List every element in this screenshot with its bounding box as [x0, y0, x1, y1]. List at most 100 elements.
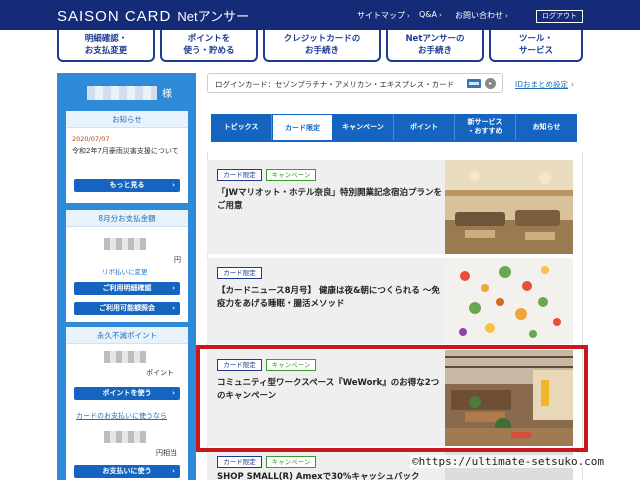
payment-amount-blurred: [104, 238, 146, 250]
notice-card: お知らせ 2020/07/07 令和2年7月豪雨災害支援について もっと見る ›: [66, 111, 188, 203]
statement-button[interactable]: ご利用明細確認 ›: [74, 282, 180, 295]
points-card: 永久不滅ポイント ポイント ポイントを使う › カードのお支払いに使うなら 円相当…: [66, 327, 188, 480]
menu-card-procedures[interactable]: クレジットカードの お手続き: [263, 30, 381, 62]
chevron-right-icon: ›: [407, 12, 410, 20]
menu-label-line1: ツール・: [518, 34, 553, 44]
card-switch-icon[interactable]: ▸: [485, 78, 496, 89]
logo[interactable]: SAISON CARD Netアンサー: [57, 6, 249, 25]
main-menu: 明細確認・ お支払変更 ポイントを 使う・貯める クレジットカードの お手続き …: [57, 30, 583, 62]
chevron-right-icon: ›: [172, 389, 175, 397]
badge-campaign: キャンペーン: [266, 169, 316, 181]
tab-label: ポイント: [410, 123, 438, 131]
article-card[interactable]: カード限定 キャンペーン 「JWマリオット・ホテル奈良」特別開業記念宿泊プランを…: [207, 160, 573, 254]
contact-link-label: お問い合わせ: [455, 11, 503, 20]
chevron-right-icon: ›: [505, 12, 508, 20]
sitemap-link-label: サイトマップ: [357, 11, 405, 20]
tab-label: トピックス: [223, 123, 259, 131]
logo-sub: Netアンサー: [177, 9, 250, 24]
menu-label-line2: お手続き: [417, 46, 452, 56]
pay-with-points-button[interactable]: お支払いに使う ›: [74, 465, 180, 478]
payment-unit: 円: [174, 256, 181, 264]
tab-campaign[interactable]: キャンペーン: [333, 114, 394, 141]
card-payment-link[interactable]: カードのお支払いに使うなら: [76, 411, 167, 421]
healthy-food-image: [445, 258, 573, 344]
sidebar: 様 お知らせ 2020/07/07 令和2年7月豪雨災害支援について もっと見る…: [57, 73, 196, 480]
chevron-right-icon: ›: [172, 284, 175, 292]
chevron-right-icon: ›: [571, 80, 574, 89]
payment-title: 8月分お支払金額: [66, 210, 188, 227]
use-points-label: ポイントを使う: [102, 389, 152, 397]
chevron-right-icon: ›: [172, 467, 175, 475]
tab-label-line2: ・おすすめ: [467, 127, 503, 135]
logo-text: SAISON CARD: [57, 8, 172, 25]
contact-link[interactable]: お問い合わせ ›: [455, 10, 508, 21]
menu-netanswer-procedures[interactable]: Netアンサーの お手続き: [386, 30, 484, 62]
site-header: SAISON CARD Netアンサー サイトマップ › Q&A › お問い合わせ › …: [0, 0, 640, 30]
user-honorific: 様: [162, 89, 172, 100]
chevron-right-icon: ›: [172, 304, 175, 312]
chevron-right-icon: ›: [172, 181, 175, 189]
menu-label-line2: お支払変更: [84, 46, 128, 56]
highlight-frame: [196, 345, 588, 452]
menu-label-line1: Netアンサーの: [405, 34, 465, 44]
logout-button[interactable]: ログアウト: [536, 10, 583, 23]
badge-card-limited: カード限定: [217, 267, 262, 279]
article-title: 「JWマリオット・ホテル奈良」特別開業記念宿泊プランをご用意: [217, 188, 443, 211]
qa-link-label: Q&A: [419, 10, 438, 19]
notice-date: 2020/07/07: [72, 135, 110, 143]
points-amount-blurred: [104, 351, 146, 363]
tab-new-services[interactable]: 新サービス ・おすすめ: [455, 114, 516, 141]
payment-card: 8月分お支払金額 円 リボ払いに変更 ご利用明細確認 › ご利用可能額照会 ›: [66, 210, 188, 322]
chevron-right-icon: ›: [439, 11, 442, 19]
tab-label: お知らせ: [532, 123, 561, 131]
content-tabs: トピックス カード限定 キャンペーン ポイント 新サービス ・おすすめ お知らせ: [211, 114, 577, 141]
article-title: SHOP SMALL(R) Amexで30%キャッシュバック: [217, 472, 420, 480]
tab-card-limited[interactable]: カード限定: [272, 114, 333, 141]
menu-label-line2: 使う・貯める: [183, 46, 235, 56]
amex-card-icon: [467, 79, 481, 88]
watermark: ©https://ultimate-setsuko.com: [410, 455, 607, 468]
qa-link[interactable]: Q&A ›: [419, 10, 442, 19]
tab-points[interactable]: ポイント: [394, 114, 455, 141]
menu-label-line2: サービス: [518, 46, 553, 56]
article-title: 【カードニュース8月号】 健康は夜&朝につくられる ～免疫力をあげる睡眠・腸活メ…: [217, 286, 440, 309]
login-card-label: ログインカード：セゾンプラチナ・アメリカン・エキスプレス・カード: [215, 80, 455, 89]
id-merge-settings-link[interactable]: IDおまとめ設定 ›: [515, 79, 574, 90]
notice-title: お知らせ: [66, 111, 188, 128]
login-card-bar: ログインカード：セゾンプラチナ・アメリカン・エキスプレス・カード ▸: [207, 73, 503, 93]
tab-topics[interactable]: トピックス: [211, 114, 272, 141]
tab-news[interactable]: お知らせ: [516, 114, 577, 141]
more-button[interactable]: もっと見る ›: [74, 179, 180, 192]
use-points-button[interactable]: ポイントを使う ›: [74, 387, 180, 400]
article-card[interactable]: カード限定 【カードニュース8月号】 健康は夜&朝につくられる ～免疫力をあげる…: [207, 258, 573, 344]
menu-label-line1: クレジットカードの: [283, 34, 361, 44]
menu-statement-payment[interactable]: 明細確認・ お支払変更: [57, 30, 155, 62]
yen-amount-blurred: [104, 431, 146, 443]
menu-points[interactable]: ポイントを 使う・貯める: [160, 30, 258, 62]
menu-label-line1: ポイントを: [187, 34, 231, 44]
menu-label-line2: お手続き: [304, 46, 339, 56]
sitemap-link[interactable]: サイトマップ ›: [357, 10, 410, 21]
points-title: 永久不滅ポイント: [66, 327, 188, 344]
notice-link[interactable]: 令和2年7月豪雨災害支援について: [72, 146, 184, 157]
revo-link[interactable]: リボ払いに変更: [102, 266, 148, 276]
badge-card-limited: カード限定: [217, 169, 262, 181]
badge-campaign: キャンペーン: [266, 456, 316, 468]
hotel-lobby-image: [445, 160, 573, 254]
pay-with-points-label: お支払いに使う: [102, 467, 152, 475]
statement-button-label: ご利用明細確認: [102, 284, 152, 292]
tab-label-line1: 新サービス: [467, 118, 503, 126]
badge-card-limited: カード限定: [217, 456, 262, 468]
points-unit: ポイント: [146, 369, 174, 377]
id-link-label: IDおまとめ設定: [515, 80, 568, 89]
available-button-label: ご利用可能額照会: [99, 304, 155, 312]
tabs-underline: [211, 140, 577, 142]
tab-label: キャンペーン: [342, 123, 384, 131]
user-name-blurred: [87, 86, 157, 100]
menu-label-line1: 明細確認・: [84, 34, 128, 44]
tab-label: カード限定: [285, 124, 320, 132]
yen-equivalent-unit: 円相当: [156, 449, 177, 457]
menu-tools-services[interactable]: ツール・ サービス: [489, 30, 583, 62]
available-amount-button[interactable]: ご利用可能額照会 ›: [74, 302, 180, 315]
more-button-label: もっと見る: [109, 181, 145, 189]
